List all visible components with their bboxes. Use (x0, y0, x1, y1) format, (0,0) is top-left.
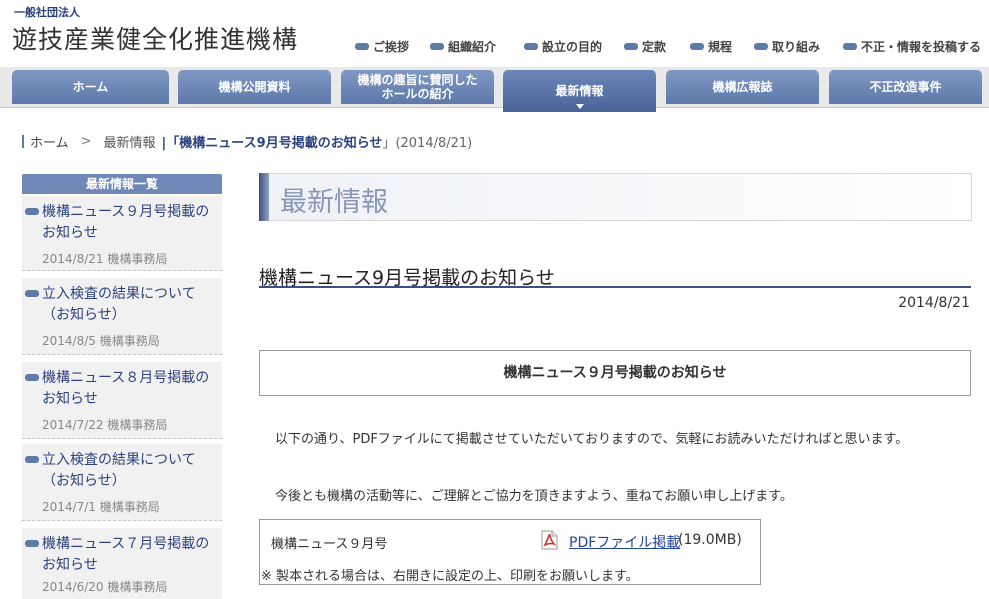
nav-tampering-cases[interactable]: 不正改造事件 (829, 70, 982, 104)
sidebar-news-title[interactable]: 機構ニュース９月号掲載のお知らせ (42, 202, 218, 244)
nav-public-docs[interactable]: 機構公開資料 (178, 70, 331, 104)
org-subtitle: 一般社団法人 (14, 6, 80, 19)
sidebar-news-title[interactable]: 立入検査の結果について（お知らせ） (42, 450, 218, 492)
sidebar-heading: 最新情報一覧 (22, 174, 222, 194)
nav-member-halls[interactable]: 機構の趣旨に賛同した ホールの紹介 (341, 70, 494, 104)
util-link-articles[interactable]: 定款 (624, 38, 666, 55)
article-title-underline (259, 286, 971, 288)
breadcrumb: ホーム > 最新情報 |「 機構ニュース9月号掲載のお知らせ 」(2014/8/… (22, 132, 472, 151)
bullet-icon (25, 456, 39, 463)
sidebar-news-title[interactable]: 立入検査の結果について（お知らせ） (42, 284, 218, 326)
org-logo-title[interactable]: 遊技産業健全化推進機構 (12, 20, 298, 56)
sidebar-news-meta: 2014/8/5 機構事務局 (42, 334, 160, 348)
article-paragraph: 今後とも機構の活動等に、ご理解とご協力を頂きますよう、重ねてお願い申し上げます。 (275, 489, 793, 504)
breadcrumb-current: 機構ニュース9月号掲載のお知らせ (179, 136, 383, 151)
download-note: ※ 製本される場合は、右開きに設定の上、印刷をお願いします。 (261, 569, 639, 584)
caret-down-icon (575, 104, 584, 109)
bullet-icon (25, 290, 39, 297)
sidebar-news-title[interactable]: 機構ニュース８月号掲載のお知らせ (42, 368, 218, 410)
bullet-icon (25, 208, 39, 215)
util-link-rules[interactable]: 規程 (690, 38, 732, 55)
pdf-icon[interactable] (540, 530, 559, 550)
article-date: 2014/8/21 (898, 295, 970, 311)
sidebar-news-item[interactable]: 立入検査の結果について（お知らせ） 2014/8/5 機構事務局 (22, 278, 222, 355)
bullet-icon (624, 43, 638, 50)
util-link-purpose[interactable]: 設立の目的 (524, 38, 602, 55)
sidebar-news-meta: 2014/7/1 機構事務局 (42, 500, 160, 514)
sidebar-news-item[interactable]: 立入検査の結果について（お知らせ） 2014/7/1 機構事務局 (22, 444, 222, 521)
pdf-download-link[interactable]: PDFファイル掲載 (569, 532, 680, 552)
sidebar-news-meta: 2014/8/21 機構事務局 (42, 252, 168, 266)
section-title: 最新情報 (280, 187, 388, 218)
breadcrumb-home[interactable]: ホーム (30, 132, 69, 151)
bullet-icon (355, 43, 369, 50)
sidebar-news-item[interactable]: 機構ニュース７月号掲載のお知らせ 2014/6/20 機構事務局 (22, 528, 222, 599)
bullet-icon (25, 540, 39, 547)
nav-home[interactable]: ホーム (12, 70, 169, 104)
bullet-icon (25, 374, 39, 381)
breadcrumb-current-prefix: |「 (161, 136, 180, 151)
bullet-icon (754, 43, 768, 50)
util-link-report[interactable]: 不正・情報を投稿する (843, 38, 981, 55)
breadcrumb-section[interactable]: 最新情報 (104, 132, 156, 151)
bullet-icon (430, 43, 444, 50)
breadcrumb-bar (22, 135, 24, 148)
download-size: (19.0MB) (678, 532, 742, 548)
bullet-icon (843, 43, 857, 50)
sidebar-news-meta: 2014/7/22 機構事務局 (42, 418, 168, 432)
section-header-accent (259, 173, 269, 221)
sidebar-news-item[interactable]: 機構ニュース９月号掲載のお知らせ 2014/8/21 機構事務局 (22, 196, 222, 271)
download-label: 機構ニュース９月号 (271, 537, 388, 552)
util-link-greeting[interactable]: ご挨拶 (355, 38, 409, 55)
util-link-activities[interactable]: 取り組み (754, 38, 820, 55)
nav-latest-news[interactable]: 最新情報 (503, 70, 656, 112)
breadcrumb-current-date: 」(2014/8/21) (382, 136, 473, 151)
nav-newsletter[interactable]: 機構広報誌 (666, 70, 819, 104)
util-link-organization[interactable]: 組織紹介 (430, 38, 496, 55)
article-paragraph: 以下の通り、PDFファイルにて掲載させていただいておりますので、気軽にお読みいた… (275, 432, 909, 447)
sidebar-news-item[interactable]: 機構ニュース８月号掲載のお知らせ 2014/7/22 機構事務局 (22, 362, 222, 439)
notice-title: 機構ニュース９月号掲載のお知らせ (503, 365, 727, 381)
bullet-icon (524, 43, 538, 50)
bullet-icon (690, 43, 704, 50)
sidebar-news-title[interactable]: 機構ニュース７月号掲載のお知らせ (42, 534, 218, 576)
breadcrumb-separator: > (80, 134, 92, 149)
sidebar-news-meta: 2014/6/20 機構事務局 (42, 580, 168, 594)
